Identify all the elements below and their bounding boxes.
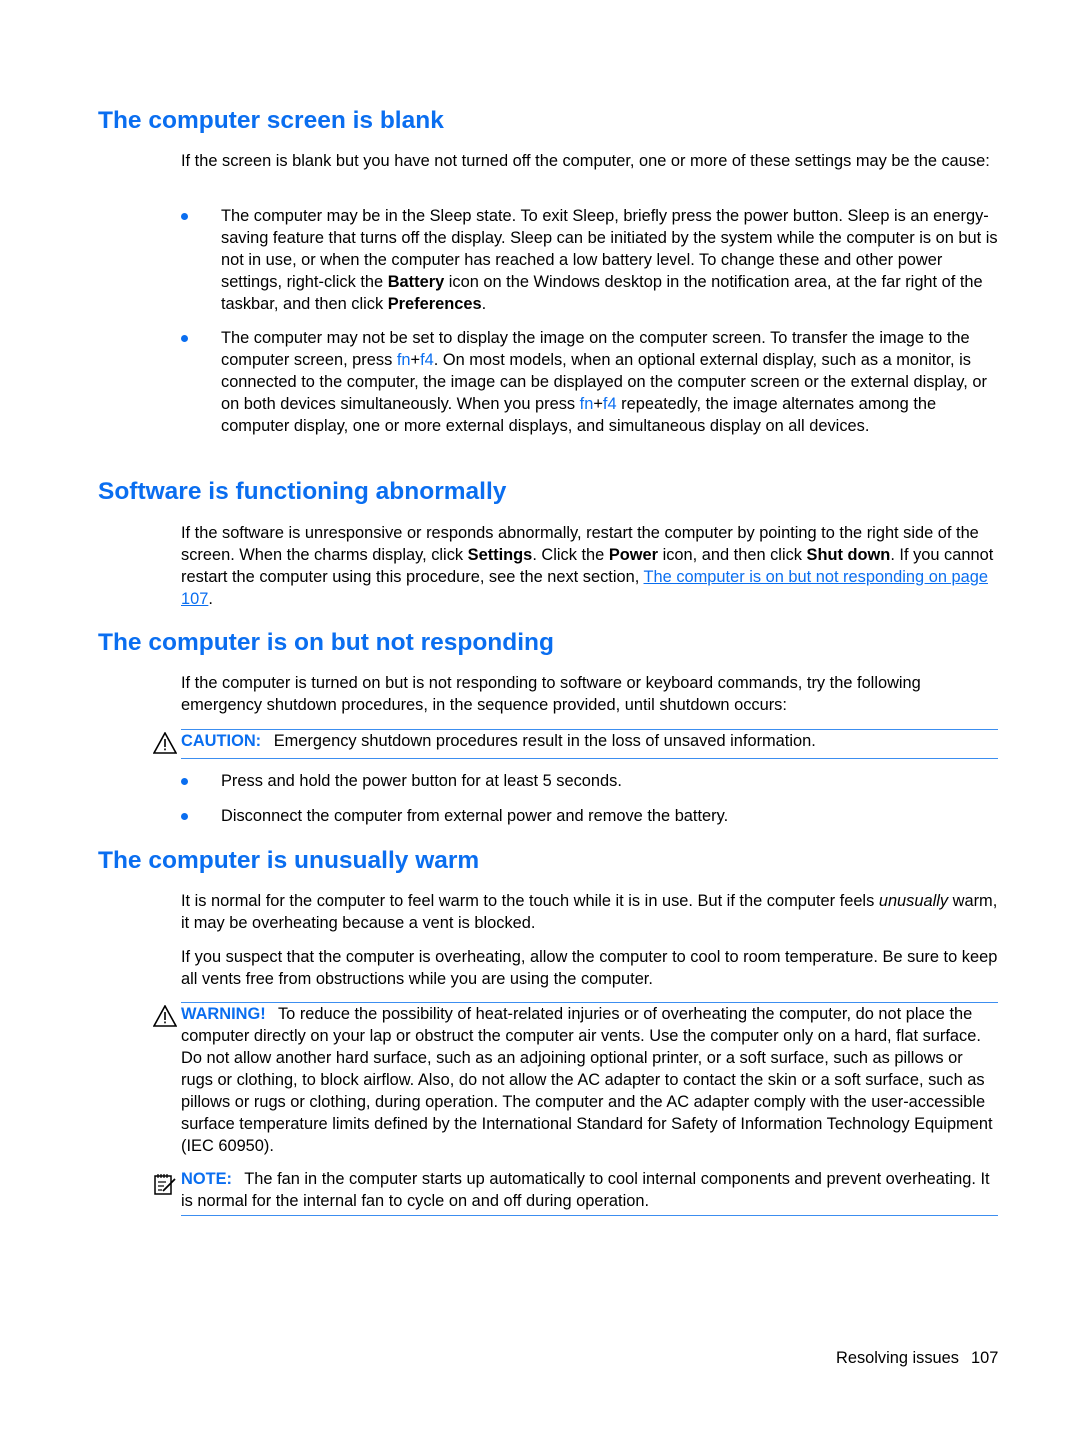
warning-triangle-icon [153, 732, 177, 754]
key-f4: f4 [602, 395, 617, 413]
key-fn: fn [396, 351, 411, 369]
list-blank-causes: The computer may be in the Sleep state. … [181, 205, 1001, 437]
note-text: The fan in the computer starts up automa… [181, 1170, 990, 1210]
term-power: Power [608, 546, 659, 564]
list-item: The computer may not be set to display t… [181, 327, 1001, 437]
term-preferences: Preferences [387, 295, 482, 313]
term-battery: Battery [387, 273, 445, 291]
paragraph-software: If the software is unresponsive or respo… [181, 524, 994, 608]
heading-unusually-warm: The computer is unusually warm [98, 847, 480, 874]
paragraph-warm-1: It is normal for the computer to feel wa… [181, 892, 998, 932]
caution-notice: CAUTION: Emergency shutdown procedures r… [153, 729, 998, 759]
footer-section-title: Resolving issues [836, 1349, 959, 1367]
heading-software-abnormal: Software is functioning abnormally [98, 478, 507, 505]
caution-label: CAUTION: [181, 732, 262, 750]
term-shut-down: Shut down [806, 546, 891, 564]
key-fn: fn [579, 395, 594, 413]
heading-not-responding: The computer is on but not responding [98, 629, 554, 656]
warning-text: To reduce the possibility of heat-relate… [181, 1005, 993, 1155]
heading-screen-blank: The computer screen is blank [98, 107, 444, 134]
paragraph-not-responding-intro: If the computer is turned on but is not … [181, 674, 921, 714]
list-item: Disconnect the computer from external po… [181, 805, 1001, 827]
bullet-dot-icon [181, 335, 188, 342]
paragraph-warm-2: If you suspect that the computer is over… [181, 948, 998, 988]
paragraph-blank-intro: If the screen is blank but you have not … [181, 152, 990, 170]
page-number: 107 [971, 1349, 999, 1367]
list-shutdown-procedures: Press and hold the power button for at l… [181, 770, 1001, 827]
warning-label: WARNING! [181, 1005, 266, 1023]
bullet-dot-icon [181, 213, 188, 220]
note-pad-icon [154, 1174, 176, 1195]
warning-triangle-icon [153, 1005, 177, 1027]
key-f4: f4 [420, 351, 434, 369]
list-item: Press and hold the power button for at l… [181, 770, 1001, 792]
note-notice: NOTE: The fan in the computer starts up … [154, 1168, 998, 1216]
warning-notice: WARNING! To reduce the possibility of he… [153, 1002, 998, 1157]
caution-text: Emergency shutdown procedures result in … [273, 732, 816, 750]
document-page: The computer screen is blank If the scre… [0, 0, 1080, 1437]
bullet-dot-icon [181, 813, 188, 820]
term-settings: Settings [467, 546, 533, 564]
list-item: The computer may be in the Sleep state. … [181, 205, 1001, 315]
bullet-dot-icon [181, 778, 188, 785]
note-label: NOTE: [181, 1170, 232, 1188]
page-footer: Resolving issues 107 [836, 1349, 998, 1368]
